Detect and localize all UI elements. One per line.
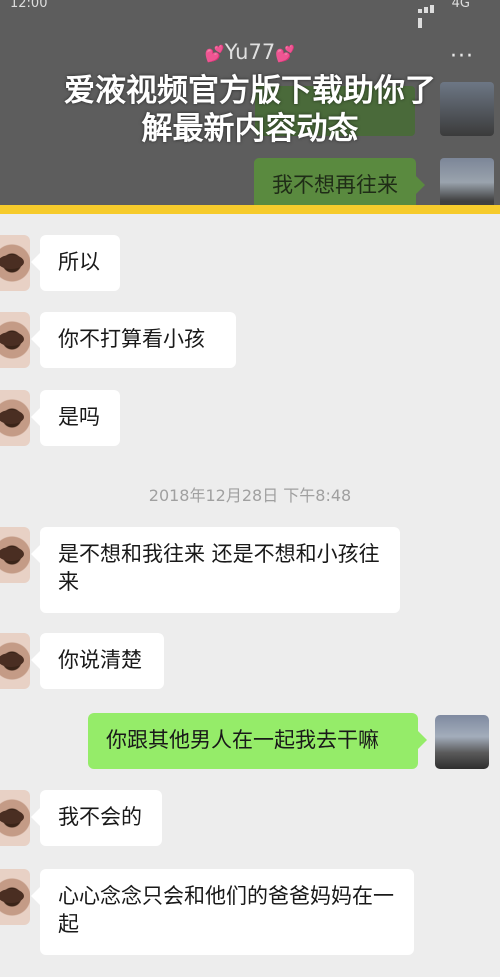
banner-line-2: 解最新内容动态 bbox=[141, 111, 359, 147]
contact-avatar[interactable] bbox=[0, 390, 30, 446]
message-bubble-received[interactable]: 所以 bbox=[31, 235, 120, 291]
message-bubble-received[interactable]: 你说清楚 bbox=[31, 633, 164, 689]
message-bubble-received[interactable]: 你不打算看小孩 bbox=[31, 312, 236, 368]
message-bubble-sent[interactable]: 我不想再往来 bbox=[254, 158, 425, 212]
hearts-icon: 💕 bbox=[204, 44, 225, 63]
contact-name: Yu77 bbox=[224, 40, 276, 64]
message-bubble-received[interactable]: 我不会的 bbox=[31, 790, 162, 846]
message-bubble-received[interactable]: 是不想和我往来 还是不想和小孩往来 bbox=[31, 527, 400, 613]
contact-avatar[interactable] bbox=[0, 312, 30, 368]
contact-avatar[interactable] bbox=[0, 235, 30, 291]
self-avatar[interactable] bbox=[435, 715, 489, 769]
self-avatar[interactable] bbox=[440, 158, 494, 212]
contact-avatar[interactable] bbox=[0, 633, 30, 689]
message-bubble-received[interactable]: 心心念念只会和他们的爸爸妈妈在一起 bbox=[31, 869, 414, 955]
banner-divider bbox=[0, 205, 500, 214]
status-bar: 12:00 4G bbox=[0, 0, 500, 28]
contact-avatar[interactable] bbox=[0, 869, 30, 925]
chat-title: 💕Yu77💕 bbox=[0, 40, 500, 64]
status-time: 12:00 bbox=[10, 0, 48, 11]
overlay-banner: 爱液视频官方版下载助你了 解最新内容动态 bbox=[0, 72, 500, 148]
message-timestamp: 2018年12月28日 下午8:48 bbox=[148, 486, 352, 505]
more-options-icon[interactable]: ··· bbox=[450, 44, 474, 69]
banner-line-1: 爱液视频官方版下载助你了 bbox=[64, 73, 436, 109]
network-label: 4G bbox=[451, 0, 470, 11]
hearts-icon: 💕 bbox=[275, 44, 296, 63]
contact-avatar[interactable] bbox=[0, 790, 30, 846]
message-bubble-received[interactable]: 是吗 bbox=[31, 390, 120, 446]
signal-icon bbox=[418, 0, 440, 28]
message-bubble-sent[interactable]: 你跟其他男人在一起我去干嘛 bbox=[88, 713, 427, 769]
contact-avatar[interactable] bbox=[0, 527, 30, 583]
